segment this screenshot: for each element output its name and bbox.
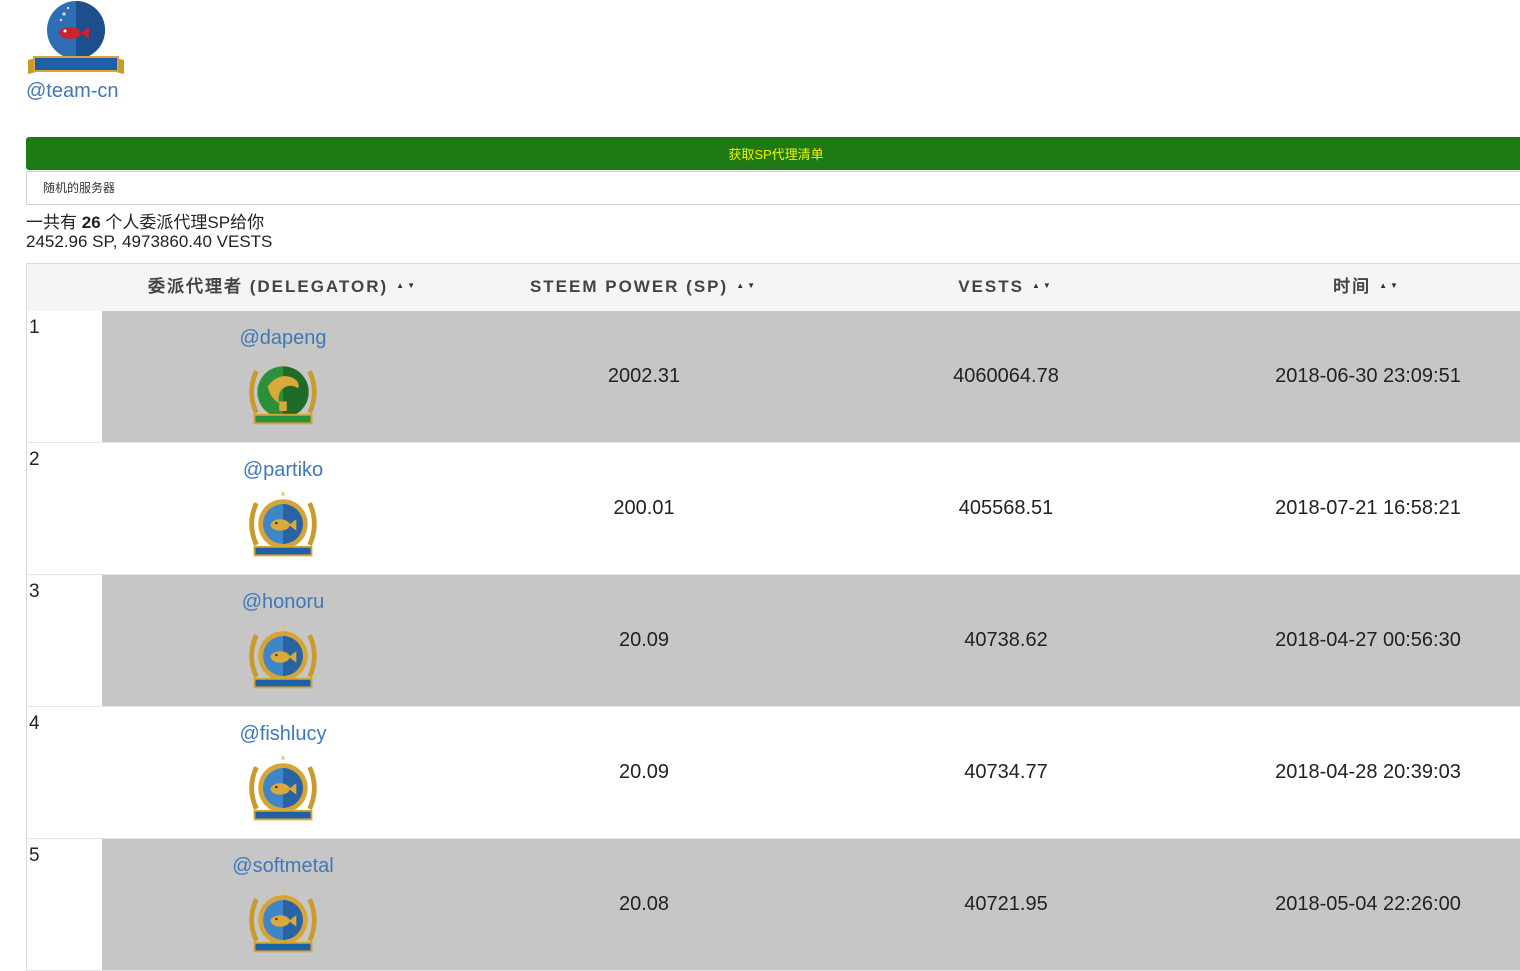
- header-delegator[interactable]: 委派代理者 (DELEGATOR) ▲▼: [103, 264, 463, 312]
- sp-cell: 2002.31: [607, 365, 681, 387]
- fishbowl-badge-icon: [28, 1, 124, 74]
- table-row: 3 @honoru 20.09 40738.62 2018-04-27 00:56:3…: [26, 575, 1520, 707]
- time-cell: 2018-04-27 00:56:30: [1275, 629, 1461, 651]
- sort-icon[interactable]: ▲▼: [396, 263, 418, 309]
- table-row: 2 @partiko 200.01 405568.51 2018-07-21 16:5…: [26, 443, 1520, 575]
- sort-icon[interactable]: ▲▼: [1379, 263, 1401, 309]
- header-delegator-label: 委派代理者 (DELEGATOR): [147, 277, 389, 296]
- row-index: 4: [27, 707, 102, 838]
- time-cell: 2018-04-28 20:39:03: [1275, 761, 1461, 783]
- header-vests[interactable]: VESTS ▲▼: [825, 264, 1187, 312]
- row-band: @dapeng 2002.31 4060064.78 2018-06-30 23:0…: [102, 311, 1520, 442]
- sp-cell: 200.01: [613, 497, 675, 519]
- fish-badge-icon: [245, 486, 321, 562]
- delegator-link[interactable]: @honoru: [102, 591, 464, 614]
- row-index: 2: [27, 443, 102, 574]
- delegator-cell: @dapeng: [102, 311, 464, 442]
- time-cell: 2018-06-30 23:09:51: [1275, 365, 1461, 387]
- row-index: 3: [27, 575, 102, 706]
- sort-icon[interactable]: ▲▼: [1032, 263, 1054, 309]
- sp-cell: 20.09: [618, 629, 670, 651]
- fetch-delegations-button[interactable]: 获取SP代理清单: [26, 137, 1520, 170]
- header-sp-label: STEEM POWER (SP): [529, 277, 729, 296]
- vests-cell: 4060064.78: [953, 365, 1059, 387]
- delegator-cell: @fishlucy: [102, 707, 464, 838]
- vests-cell: 40738.62: [964, 629, 1048, 651]
- fish-badge-icon: [245, 882, 321, 958]
- row-band: @honoru 20.09 40738.62 2018-04-27 00:56:30: [102, 575, 1520, 706]
- profile-username-link[interactable]: @team-cn: [26, 80, 119, 103]
- header-sp[interactable]: STEEM POWER (SP) ▲▼: [463, 264, 825, 312]
- dolphin-badge-icon: [245, 354, 321, 430]
- sp-cell: 20.09: [618, 761, 670, 783]
- summary-count-line: 一共有 26 个人委派代理SP给你: [26, 213, 272, 232]
- delegator-link[interactable]: @partiko: [102, 459, 464, 482]
- summary-prefix: 一共有: [26, 213, 77, 232]
- table-body: 1 @dapeng 2002.31 4060064.78 2018-06-30 23:…: [26, 311, 1520, 971]
- server-select[interactable]: 随机的服务器: [26, 171, 1520, 205]
- delegator-link[interactable]: @fishlucy: [102, 723, 464, 746]
- vests-cell: 40734.77: [964, 761, 1048, 783]
- delegator-link[interactable]: @softmetal: [102, 855, 464, 878]
- vests-cell: 40721.95: [964, 893, 1048, 915]
- profile-header: @team-cn: [26, 0, 136, 102]
- sp-cell: 20.08: [618, 893, 670, 915]
- table-row: 5 @softmetal 20.08 40721.95 2018-05-04 22:2…: [26, 839, 1520, 971]
- row-band: @softmetal 20.08 40721.95 2018-05-04 22:26…: [102, 839, 1520, 970]
- vests-cell: 405568.51: [958, 497, 1054, 519]
- summary-totals: 2452.96 SP, 4973860.40 VESTS: [26, 232, 273, 251]
- row-band: @fishlucy 20.09 40734.77 2018-04-28 20:39:…: [102, 707, 1520, 838]
- table-header: 委派代理者 (DELEGATOR) ▲▼ STEEM POWER (SP) ▲▼ V…: [26, 263, 1520, 311]
- time-cell: 2018-07-21 16:58:21: [1275, 497, 1461, 519]
- delegator-link[interactable]: @dapeng: [102, 327, 464, 350]
- delegations-table: 委派代理者 (DELEGATOR) ▲▼ STEEM POWER (SP) ▲▼ V…: [26, 263, 1520, 971]
- header-time[interactable]: 时间 ▲▼: [1187, 264, 1520, 312]
- row-index: 1: [27, 311, 102, 442]
- row-index: 5: [27, 839, 102, 970]
- delegation-summary: 一共有 26 个人委派代理SP给你 2452.96 SP, 4973860.40…: [26, 213, 272, 251]
- table-row: 1 @dapeng 2002.31 4060064.78 2018-06-30 23:…: [26, 311, 1520, 443]
- fish-badge-icon: [245, 618, 321, 694]
- delegator-cell: @honoru: [102, 575, 464, 706]
- delegator-cell: @softmetal: [102, 839, 464, 970]
- row-band: @partiko 200.01 405568.51 2018-07-21 16:58…: [102, 443, 1520, 574]
- summary-suffix: 个人委派代理SP给你: [105, 213, 265, 232]
- sort-icon[interactable]: ▲▼: [736, 263, 758, 309]
- time-cell: 2018-05-04 22:26:00: [1275, 893, 1461, 915]
- table-row: 4 @fishlucy 20.09 40734.77 2018-04-28 20:39…: [26, 707, 1520, 839]
- header-time-label: 时间: [1333, 277, 1372, 296]
- summary-count: 26: [81, 213, 101, 232]
- page: @team-cn 获取SP代理清单 随机的服务器 一共有 26 个人委派代理SP…: [0, 0, 1520, 971]
- fish-badge-icon: [245, 750, 321, 826]
- header-vests-label: VESTS: [958, 277, 1024, 296]
- delegator-cell: @partiko: [102, 443, 464, 574]
